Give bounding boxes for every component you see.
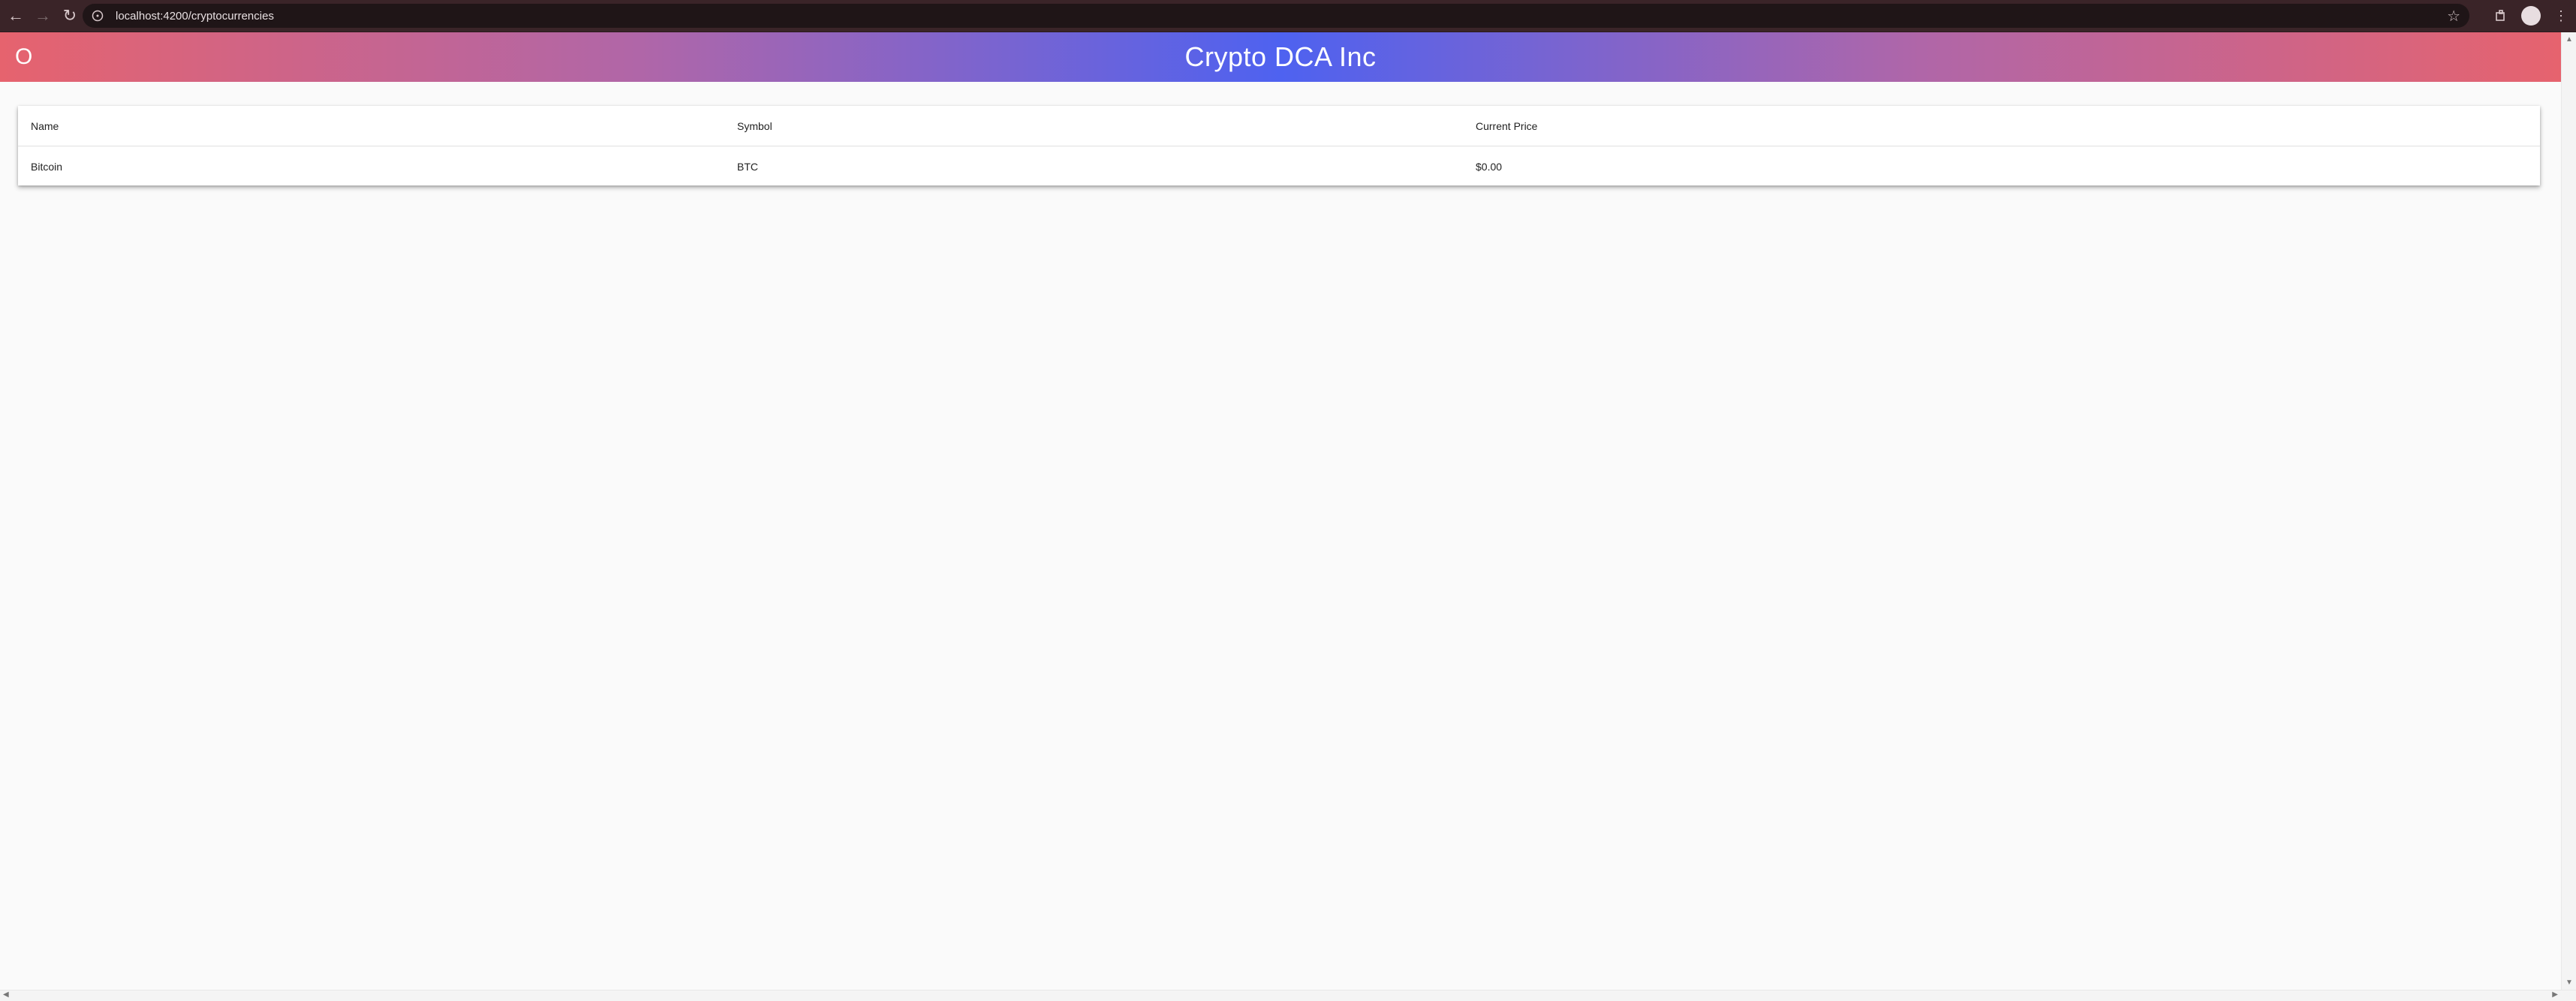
sidenav-toggle[interactable]: Open bbox=[0, 32, 33, 82]
app-title: Crypto DCA Inc bbox=[1184, 41, 1377, 72]
cell-name: Bitcoin bbox=[31, 160, 63, 173]
cryptocurrency-table: Name Symbol Current Price Bitcoin BTC $0… bbox=[18, 106, 2540, 185]
column-header-current-price: Current Price bbox=[1476, 119, 1538, 132]
column-header-name: Name bbox=[31, 119, 59, 132]
reload-icon[interactable]: ↻ bbox=[59, 5, 81, 27]
scroll-up-arrow-icon[interactable]: ▲ bbox=[2565, 35, 2573, 44]
scroll-down-arrow-icon[interactable]: ▼ bbox=[2565, 978, 2573, 987]
table-header-row: Name Symbol Current Price bbox=[18, 106, 2540, 146]
forward-arrow-icon[interactable]: → bbox=[32, 5, 54, 27]
cell-current-price: $0.00 bbox=[1476, 160, 1503, 173]
extensions-icon[interactable] bbox=[2486, 1, 2516, 31]
sidenav-toggle-label: Open bbox=[15, 44, 33, 69]
menu-kebab-icon[interactable]: ⋮ bbox=[2546, 1, 2576, 31]
url-text[interactable]: localhost:4200/cryptocurrencies bbox=[116, 10, 274, 23]
address-bar[interactable]: localhost:4200/cryptocurrencies ☆ bbox=[83, 4, 2469, 28]
scroll-right-arrow-icon[interactable]: ▶ bbox=[2552, 990, 2558, 999]
cell-symbol: BTC bbox=[737, 160, 758, 173]
bookmark-star-icon[interactable]: ☆ bbox=[2447, 7, 2460, 26]
scroll-left-arrow-icon[interactable]: ◀ bbox=[3, 990, 9, 999]
app-header: Open Crypto DCA Inc bbox=[0, 32, 2561, 82]
browser-toolbar: ← → ↻ localhost:4200/cryptocurrencies ☆ … bbox=[0, 0, 2576, 32]
vertical-scrollbar[interactable]: ▲ ▼ bbox=[2561, 32, 2576, 990]
page-viewport: Open Crypto DCA Inc Name Symbol Current … bbox=[0, 32, 2561, 1000]
table-row: Bitcoin BTC $0.00 bbox=[18, 146, 2540, 186]
back-arrow-icon[interactable]: ← bbox=[5, 5, 27, 27]
horizontal-scrollbar[interactable]: ◀ ▶ bbox=[0, 990, 2576, 1001]
site-info-icon[interactable] bbox=[90, 8, 105, 23]
column-header-symbol: Symbol bbox=[737, 119, 772, 132]
profile-avatar-icon[interactable] bbox=[2516, 1, 2546, 31]
toolbar-right-icons: ⋮ bbox=[2486, 0, 2576, 32]
